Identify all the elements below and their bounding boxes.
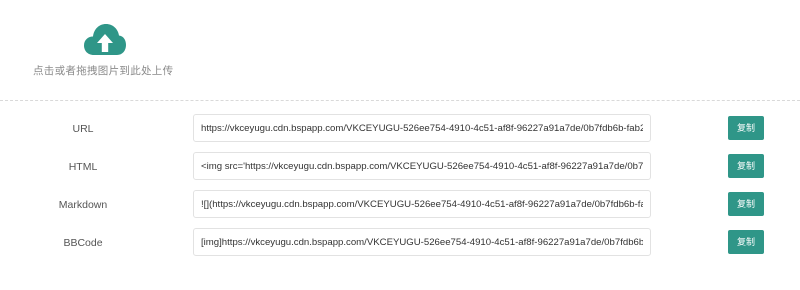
upload-dropzone[interactable]: 点击或者拖拽图片到此处上传: [0, 0, 210, 100]
upload-hint-text: 点击或者拖拽图片到此处上传: [33, 65, 174, 77]
section-divider: [0, 100, 800, 101]
html-label: HTML: [68, 161, 98, 173]
cloud-upload-icon: [84, 24, 126, 55]
markdown-field[interactable]: [193, 190, 651, 218]
copy-url-button[interactable]: 复制: [728, 116, 764, 140]
link-row-url: URL 复制: [0, 114, 800, 144]
link-row-markdown: Markdown 复制: [0, 190, 800, 220]
url-field[interactable]: [193, 114, 651, 142]
copy-markdown-button[interactable]: 复制: [728, 192, 764, 216]
copy-html-button[interactable]: 复制: [728, 154, 764, 178]
url-label: URL: [72, 123, 94, 135]
copy-bbcode-button[interactable]: 复制: [728, 230, 764, 254]
bbcode-field[interactable]: [193, 228, 651, 256]
link-row-html: HTML 复制: [0, 152, 800, 182]
bbcode-label: BBCode: [63, 237, 103, 249]
html-field[interactable]: [193, 152, 651, 180]
markdown-label: Markdown: [58, 199, 108, 211]
link-row-bbcode: BBCode 复制: [0, 228, 800, 258]
